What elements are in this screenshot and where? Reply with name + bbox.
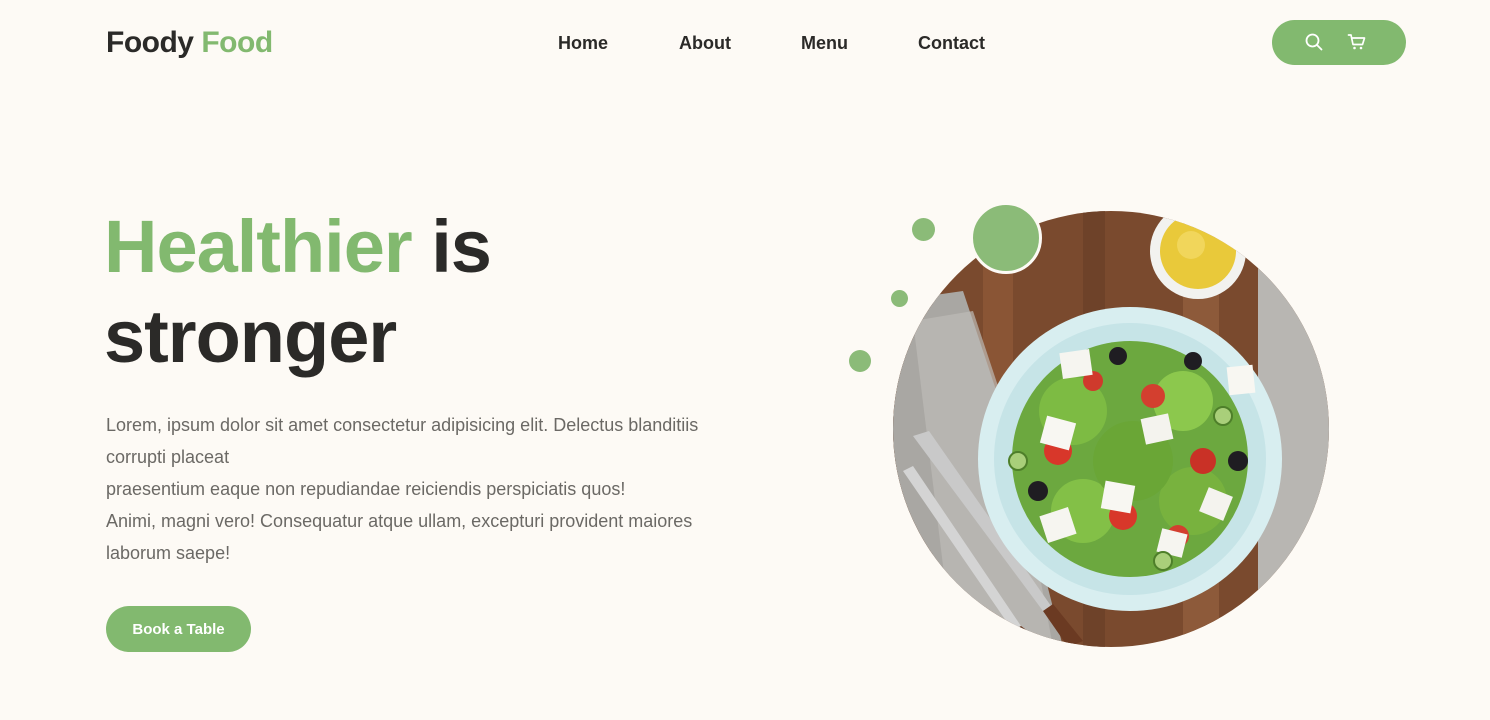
nav-link-menu[interactable]: Menu [801, 31, 848, 55]
logo[interactable]: Foody Food [106, 25, 273, 61]
book-table-button[interactable]: Book a Table [106, 606, 251, 652]
hero-description: Lorem, ipsum dolor sit amet consectetur … [106, 409, 746, 569]
decorative-circle [970, 202, 1042, 274]
cart-icon [1347, 34, 1366, 50]
hero-title-line2: stronger [104, 295, 397, 378]
hero-title-rest: is [431, 205, 492, 288]
hero-description-line: praesentium eaque non repudiandae reicie… [106, 479, 626, 499]
nav-link-about[interactable]: About [679, 31, 731, 55]
search-icon [1305, 33, 1323, 51]
cart-button[interactable] [1344, 29, 1370, 55]
logo-accent: Food [201, 26, 273, 59]
hero-description-line: corrupti placeat [106, 447, 230, 467]
hero-description-line: Animi, magni vero! Consequatur atque ull… [106, 511, 693, 531]
hero-title: Healthier is stronger [104, 202, 704, 382]
site-header: Foody Food Home About Menu Contact [0, 0, 1490, 86]
salad-image [893, 211, 1329, 647]
header-actions [1272, 20, 1406, 65]
decorative-dot [891, 290, 908, 307]
nav-link-contact[interactable]: Contact [918, 31, 985, 55]
decorative-dot [912, 218, 935, 241]
hero-title-accent: Healthier [104, 205, 413, 288]
decorative-dot [849, 350, 871, 372]
hero-description-line: Lorem, ipsum dolor sit amet consectetur … [106, 415, 699, 435]
nav-link-home[interactable]: Home [558, 31, 608, 55]
search-button[interactable] [1301, 29, 1327, 55]
hero-description-line: laborum saepe! [106, 543, 231, 563]
logo-primary: Foody [106, 26, 194, 59]
